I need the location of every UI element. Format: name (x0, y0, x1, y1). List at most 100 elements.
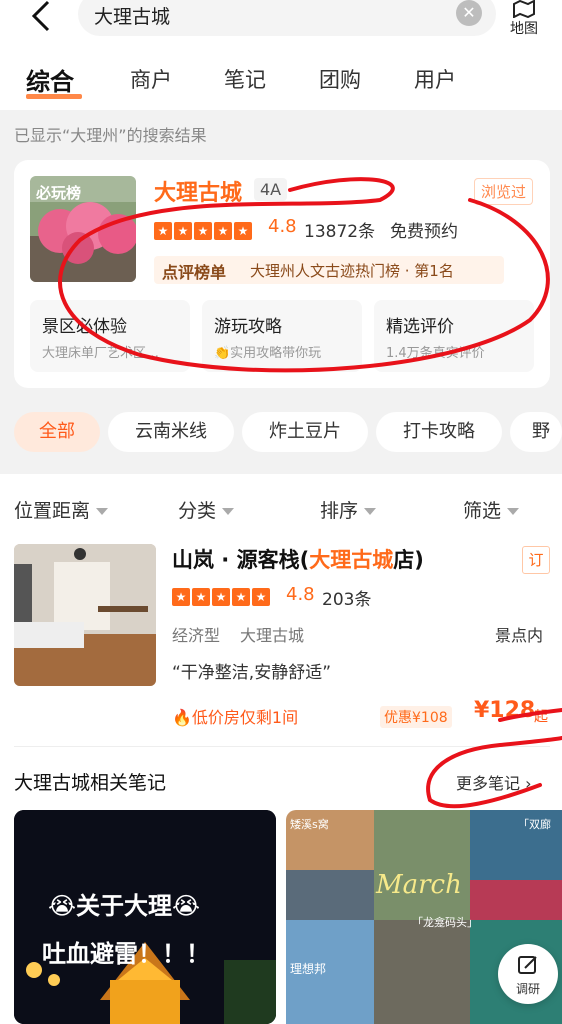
note-image-label: 「双廊 (518, 818, 551, 831)
discount-badge: 优惠¥108 (380, 706, 452, 728)
caret-down-icon (364, 508, 377, 515)
tab-all[interactable]: 综合 (26, 62, 74, 97)
filter-category[interactable]: 分类 (178, 496, 235, 523)
low-price-room-alert: 🔥低价房仅剩1间 (172, 708, 299, 727)
star-icon: ★ (232, 588, 250, 606)
more-notes-link[interactable]: 更多笔记 › (456, 770, 532, 794)
star-icon: ★ (192, 588, 210, 606)
subcard-title: 游玩攻略 (214, 317, 282, 337)
quick-filter-chips: 全部 云南米线 炸土豆片 打卡攻略 野生 (0, 400, 562, 464)
filter-label: 筛选 (463, 500, 502, 522)
survey-button[interactable]: 调研 (498, 944, 558, 1004)
poi-name[interactable]: 大理古城 (154, 175, 242, 207)
divider (14, 746, 550, 747)
category-tabs: 综合 商户 笔记 团购 用户 (0, 50, 562, 110)
filter-label: 位置距离 (14, 500, 91, 522)
back-arrow-icon (31, 0, 50, 32)
price-suffix: 起 (534, 709, 548, 725)
hotel-name-prefix: 山岚 · 源客栈( (172, 548, 310, 572)
subcard-title: 精选评价 (386, 317, 454, 337)
ranking-bar[interactable]: 点评榜单 大理州人文古迹热门榜 · 第1名 (154, 256, 504, 284)
filter-distance[interactable]: 位置距离 (14, 496, 109, 523)
top-bar: 大理古城 ✕ 地图 (0, 0, 562, 50)
subcard-must-experience[interactable]: 景区必体验 大理床单厂艺术区… (30, 300, 190, 372)
poi-card[interactable]: 必玩榜 大理古城 4A 浏览过 ★ ★ ★ ★ ★ 4.8 13872条 免费预约 点评… (14, 160, 550, 388)
subcard-title: 景区必体验 (42, 317, 127, 337)
must-play-badge: 必玩榜 (36, 184, 82, 202)
subcard-reviews[interactable]: 精选评价 1.4万条真实评价 (374, 300, 534, 372)
hotel-review-count: 203条 (322, 590, 372, 610)
search-query: 大理古城 (94, 6, 171, 28)
poi-level-badge: 4A (254, 178, 288, 201)
hotel-type: 经济型 (172, 626, 221, 645)
hotel-area: 大理古城 (240, 626, 305, 645)
poi-review-count[interactable]: 13872条 (304, 217, 375, 242)
search-input[interactable]: 大理古城 ✕ (78, 0, 496, 36)
sort-filter-bar: 位置距离 分类 排序 筛选 (0, 474, 562, 540)
ranking-text: 大理州人文古迹热门榜 · 第1名 (250, 262, 454, 280)
viewed-badge: 浏览过 (474, 178, 534, 205)
subcard-desc: 大理床单厂艺术区… (42, 346, 160, 361)
hotel-photo (14, 544, 156, 686)
star-icon: ★ (212, 588, 230, 606)
star-icon: ★ (154, 222, 172, 240)
chip-checkin-guide[interactable]: 打卡攻略 (376, 412, 502, 452)
filter-label: 分类 (178, 500, 217, 522)
search-result-hint: 已显示“大理州”的搜索结果 (14, 126, 207, 145)
subcard-desc: 1.4万条真实评价 (386, 346, 485, 361)
star-icon: ★ (214, 222, 232, 240)
clear-icon[interactable]: ✕ (456, 0, 482, 26)
tab-group-buy[interactable]: 团购 (319, 64, 361, 94)
active-tab-indicator (26, 94, 82, 99)
note-image-label: 矮溪s窝 (290, 818, 329, 831)
ranking-title: 点评榜单 (162, 263, 227, 282)
hotel-name-highlight: 大理古城 (309, 548, 394, 572)
notes-section-title: 大理古城相关笔记 (14, 772, 167, 794)
tab-notes[interactable]: 笔记 (224, 64, 266, 94)
star-icon: ★ (194, 222, 212, 240)
poi-score: 4.8 (268, 216, 297, 237)
hotel-price: ¥128 (474, 698, 536, 723)
hotel-name-suffix: 店) (393, 548, 424, 572)
caret-down-icon (507, 508, 520, 515)
tab-users[interactable]: 用户 (414, 64, 456, 94)
caret-down-icon (96, 508, 109, 515)
caret-down-icon (222, 508, 235, 515)
star-icon: ★ (234, 222, 252, 240)
booking-tag: 订 (522, 546, 550, 574)
poi-booking: 免费预约 (390, 222, 458, 242)
star-icon: ★ (172, 588, 190, 606)
hotel-listing[interactable]: 山岚 · 源客栈(大理古城店) 订 ★ ★ ★ ★ ★ 4.8 203条 经济型 大理古… (0, 540, 562, 740)
hotel-star-rating: ★ ★ ★ ★ ★ (172, 586, 272, 606)
hotel-scenic-tag: 景点内 (495, 626, 544, 645)
note-image-label: 理想邦 (290, 962, 327, 976)
hotel-score: 4.8 (286, 584, 315, 605)
note-card[interactable]: 😭关于大理😭 吐血避雷！！！ (14, 810, 276, 1024)
filter-filter[interactable]: 筛选 (463, 496, 520, 523)
chip-wild[interactable]: 野生 (510, 412, 562, 452)
poi-thumbnail: 必玩榜 (30, 176, 136, 282)
edit-icon (518, 956, 537, 974)
star-icon: ★ (174, 222, 192, 240)
chip-fried-potato[interactable]: 炸土豆片 (242, 412, 368, 452)
filter-label: 排序 (320, 500, 359, 522)
star-icon: ★ (252, 588, 270, 606)
note-image-label: 「龙龛码头」 (412, 916, 478, 929)
chip-yunnan-noodles[interactable]: 云南米线 (108, 412, 234, 452)
poi-star-rating: ★ ★ ★ ★ ★ (154, 220, 254, 240)
results-panel: 位置距离 分类 排序 筛选 山岚 · 源客栈(大理古城店) 订 ★ ★ ★ ★ ★ 4.… (0, 474, 562, 1024)
back-button[interactable] (28, 0, 56, 38)
map-button[interactable]: 地图 (504, 0, 544, 44)
note-card-title: 😭关于大理😭 (48, 892, 201, 920)
chip-all[interactable]: 全部 (14, 412, 100, 452)
hotel-name[interactable]: 山岚 · 源客栈(大理古城店) (172, 544, 424, 574)
note-image-label: March (376, 870, 462, 900)
survey-label: 调研 (515, 982, 540, 996)
hotel-review-quote: “干净整洁,安静舒适” (172, 663, 332, 683)
tab-merchants[interactable]: 商户 (130, 64, 172, 94)
subcard-desc: 👏实用攻略带你玩 (214, 346, 322, 361)
subcard-guide[interactable]: 游玩攻略 👏实用攻略带你玩 (202, 300, 362, 372)
filter-sort[interactable]: 排序 (320, 496, 377, 523)
map-icon (513, 0, 535, 18)
note-card-subtitle: 吐血避雷！！！ (42, 940, 210, 968)
